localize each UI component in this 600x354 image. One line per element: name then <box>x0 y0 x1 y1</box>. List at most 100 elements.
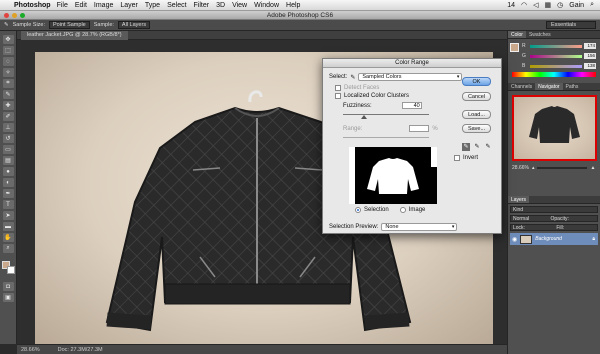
navigator-zoom-value[interactable]: 28.66% <box>512 165 529 171</box>
clock-icon[interactable]: ◷ <box>557 1 563 9</box>
menu-filter[interactable]: Filter <box>194 2 210 9</box>
menu-app-name[interactable]: Photoshop <box>14 2 51 9</box>
channel-b-slider[interactable] <box>530 64 582 68</box>
layer-name[interactable]: Background <box>535 236 562 242</box>
menu-help[interactable]: Help <box>286 2 300 9</box>
ok-button[interactable]: OK <box>462 77 491 86</box>
document-tab[interactable]: leather Jacket.JPG @ 28.7% (RGB/8*) <box>21 31 128 40</box>
menu-type[interactable]: Type <box>145 2 160 9</box>
crop-tool-icon[interactable]: ⌗ <box>2 79 14 88</box>
menu-3d[interactable]: 3D <box>216 2 225 9</box>
menu-window[interactable]: Window <box>254 2 279 9</box>
color-swatches[interactable] <box>1 261 15 274</box>
select-dropdown[interactable]: Sampled Colors <box>358 73 463 81</box>
marquee-tool-icon[interactable]: ⬚ <box>2 46 14 55</box>
channel-r-label: R <box>522 43 526 49</box>
zoom-out-icon[interactable]: ▴ <box>532 165 535 171</box>
range-slider[interactable] <box>343 137 429 138</box>
menu-view[interactable]: View <box>232 2 247 9</box>
move-tool-icon[interactable]: ✥ <box>2 35 14 44</box>
detect-faces-checkbox[interactable] <box>335 85 341 91</box>
document-size[interactable]: Doc: 27.3M/27.3M <box>58 347 103 353</box>
color-spectrum[interactable] <box>512 72 596 77</box>
tab-navigator[interactable]: Navigator <box>535 83 563 90</box>
tab-color[interactable]: Color <box>508 31 526 38</box>
close-window-button[interactable] <box>4 13 9 18</box>
workspace-select[interactable]: Essentials <box>546 21 596 29</box>
zoom-window-button[interactable] <box>20 13 25 18</box>
channel-b-value[interactable]: 138 <box>584 63 596 69</box>
localized-clusters-checkbox[interactable] <box>335 93 341 99</box>
wifi-icon[interactable]: ◠ <box>521 1 527 9</box>
zoom-in-icon[interactable]: ▲ <box>590 165 595 171</box>
eyedropper-add-icon[interactable]: ✎ <box>473 143 481 151</box>
visibility-eye-icon[interactable]: ◉ <box>512 236 517 243</box>
quick-select-tool-icon[interactable]: ✧ <box>2 68 14 77</box>
sample-size-select[interactable]: Point Sample <box>49 21 90 29</box>
quick-mask-icon[interactable]: ◘ <box>2 282 14 291</box>
tab-paths[interactable]: Paths <box>563 83 582 90</box>
user-name[interactable]: Gain <box>569 2 584 9</box>
fuzziness-slider-handle[interactable] <box>361 115 367 119</box>
eyedropper-subtract-icon[interactable]: ✎ <box>484 143 492 151</box>
dodge-tool-icon[interactable]: ◐ <box>2 178 14 187</box>
flag-icon[interactable]: ▦ <box>545 1 552 9</box>
lasso-tool-icon[interactable]: ◌ <box>2 57 14 66</box>
navigator-thumbnail[interactable] <box>512 95 597 161</box>
selection-preview-image[interactable] <box>349 147 437 204</box>
blend-mode-select[interactable]: Normal <box>513 216 529 222</box>
channel-b-label: B <box>522 63 526 69</box>
load-button[interactable]: Load... <box>462 110 491 119</box>
layer-row-background[interactable]: ◉ Background 🔒︎ <box>510 233 598 245</box>
minimize-window-button[interactable] <box>12 13 17 18</box>
eraser-tool-icon[interactable]: ▭ <box>2 145 14 154</box>
save-button[interactable]: Save... <box>462 124 491 133</box>
fuzziness-input[interactable]: 40 <box>401 102 422 109</box>
image-radio[interactable] <box>399 207 406 213</box>
type-tool-icon[interactable]: T <box>2 200 14 209</box>
hand-tool-icon[interactable]: ✋ <box>2 233 14 242</box>
selection-radio[interactable] <box>355 207 361 213</box>
range-input[interactable] <box>409 125 430 132</box>
selection-preview-dropdown[interactable]: None <box>381 223 458 231</box>
menu-select[interactable]: Select <box>167 2 186 9</box>
eyedropper-tool-icon[interactable]: ✎ <box>2 90 14 99</box>
fuzziness-slider[interactable] <box>343 114 429 115</box>
menu-file[interactable]: File <box>57 2 68 9</box>
cancel-button[interactable]: Cancel <box>462 92 491 101</box>
screen-mode-icon[interactable]: ▣ <box>2 293 14 302</box>
path-select-tool-icon[interactable]: ➤ <box>2 211 14 220</box>
stamp-tool-icon[interactable]: ⊥ <box>2 123 14 132</box>
spotlight-icon[interactable]: ⌕ <box>590 1 594 9</box>
zoom-level[interactable]: 28.66% <box>21 347 40 353</box>
pen-tool-icon[interactable]: ✒ <box>2 189 14 198</box>
tab-channels[interactable]: Channels <box>508 83 535 90</box>
background-color[interactable] <box>6 266 15 274</box>
channel-g-slider[interactable] <box>530 54 582 58</box>
navigator-zoom-slider[interactable] <box>537 167 588 169</box>
zoom-tool-icon[interactable]: ⌕ <box>2 244 14 253</box>
current-color-chip[interactable] <box>510 43 519 52</box>
eyedropper-sample-icon[interactable]: ✎ <box>462 143 470 151</box>
sample-select[interactable]: All Layers <box>117 21 151 29</box>
battery-status[interactable]: 14 <box>507 2 515 9</box>
healing-tool-icon[interactable]: ✚ <box>2 101 14 110</box>
tools-panel: ✥ ⬚ ◌ ✧ ⌗ ✎ ✚ ✐ ⊥ ↺ ▭ ▤ ● ◐ ✒ T ➤ ▬ ✋ ⌕ … <box>0 31 17 344</box>
blur-tool-icon[interactable]: ● <box>2 167 14 176</box>
eyedropper-tool-icon[interactable]: ✎ <box>4 22 9 28</box>
invert-checkbox[interactable] <box>454 155 460 161</box>
menu-image[interactable]: Image <box>94 2 113 9</box>
channel-r-value[interactable]: 174 <box>584 43 596 49</box>
channel-g-value[interactable]: 156 <box>584 53 596 59</box>
menu-layer[interactable]: Layer <box>120 2 138 9</box>
brush-tool-icon[interactable]: ✐ <box>2 112 14 121</box>
tab-layers[interactable]: Layers <box>508 196 530 203</box>
shape-tool-icon[interactable]: ▬ <box>2 222 14 231</box>
channel-r-slider[interactable] <box>530 44 582 48</box>
gradient-tool-icon[interactable]: ▤ <box>2 156 14 165</box>
menu-edit[interactable]: Edit <box>75 2 87 9</box>
volume-icon[interactable]: ◁ <box>533 1 538 9</box>
history-brush-tool-icon[interactable]: ↺ <box>2 134 14 143</box>
tab-swatches[interactable]: Swatches <box>526 31 554 38</box>
layer-kind-filter[interactable]: Kind <box>510 206 598 213</box>
